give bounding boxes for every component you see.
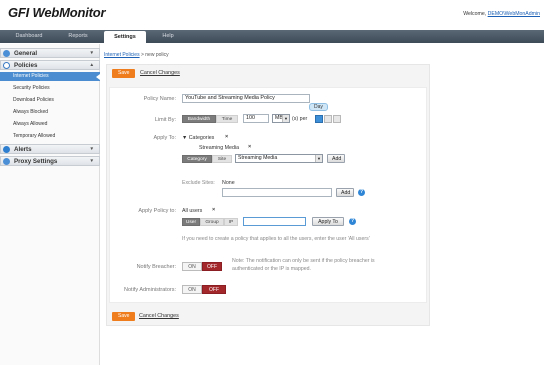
sidebar-section-alerts[interactable]: Alerts ▾ — [0, 144, 100, 154]
notify-admins-label: Notify Administrators: — [124, 287, 176, 293]
notify-note-line1: Note: The notification can only be sent … — [232, 258, 375, 264]
period-tooltip: Day — [309, 103, 328, 111]
chevron-down-icon: ▼ — [282, 115, 289, 122]
notify-note-line2: authenticated or the IP is mapped. — [232, 266, 311, 272]
cancel-changes-link-top[interactable]: Cancel Changes — [140, 70, 180, 76]
chevron-down-icon: ▾ — [90, 158, 93, 164]
alert-icon — [3, 146, 10, 153]
welcome-text: Welcome, — [463, 11, 487, 17]
chevron-down-icon: ▾ — [90, 146, 93, 152]
sidebar-item-temporary-allowed[interactable]: Temporary Allowed — [0, 132, 100, 141]
category-select-value: Streaming Media — [238, 155, 278, 161]
apply-policy-label: Apply Policy to: — [138, 208, 176, 214]
sidebar-item-security-policies[interactable]: Security Policies — [0, 84, 100, 93]
sidebar-section-general[interactable]: General ▾ — [0, 48, 100, 58]
save-button-bottom[interactable]: Save — [112, 312, 136, 321]
user-type-ip[interactable]: IP — [224, 218, 238, 226]
tab-settings[interactable]: Settings — [104, 31, 146, 43]
limit-bandwidth-option[interactable]: Bandwidth — [182, 115, 216, 123]
category-select[interactable]: Streaming Media ▼ — [235, 154, 323, 163]
remove-apply-policy-icon[interactable]: × — [212, 207, 215, 213]
calendar-day-icon[interactable] — [315, 115, 323, 123]
exclude-sites-label: Exclude Sites: — [182, 180, 215, 186]
policy-name-input[interactable]: YouTube and Streaming Media Policy — [182, 94, 310, 103]
user-type-user[interactable]: User — [182, 218, 200, 226]
brand-logo: GFI WebMonitor — [8, 5, 106, 20]
tab-help[interactable]: Help — [150, 30, 186, 43]
user-type-group[interactable]: Group — [200, 218, 224, 226]
apply-type-site[interactable]: Site — [212, 155, 232, 163]
proxy-icon — [3, 158, 10, 165]
limit-unit-select[interactable]: MB ▼ — [272, 114, 290, 123]
sidebar-alerts-label: Alerts — [14, 146, 32, 153]
tab-dashboard[interactable]: Dashboard — [4, 30, 54, 43]
notify-admins-off[interactable]: OFF — [202, 285, 226, 294]
add-exclude-site-button[interactable]: Add — [336, 188, 354, 197]
user-link[interactable]: DEMO\WebMonAdmin — [488, 11, 540, 17]
app-root: GFI WebMonitor Welcome, DEMO\WebMonAdmin… — [0, 0, 544, 365]
sidebar-section-policies[interactable]: Policies ▴ — [0, 60, 100, 70]
apply-type-category[interactable]: Category — [182, 155, 212, 163]
categories-label: Categories — [188, 135, 215, 141]
breadcrumb-internet-policies[interactable]: Internet Policies — [104, 52, 140, 58]
calendar-month-icon[interactable] — [333, 115, 341, 123]
breadcrumb-current: > new policy — [140, 52, 169, 58]
sidebar-item-download-policies[interactable]: Download Policies — [0, 96, 100, 105]
apply-policy-input[interactable] — [243, 217, 306, 226]
brand-product: WebMonitor — [32, 5, 106, 20]
notify-breacher-on[interactable]: ON — [182, 262, 202, 271]
sidebar: General ▾ Policies ▴ Internet Policies S… — [0, 44, 100, 365]
top-nav: Dashboard Reports Settings Help — [0, 30, 544, 43]
apply-to-button[interactable]: Apply To — [312, 217, 344, 226]
add-category-button[interactable]: Add — [327, 154, 345, 163]
limit-time-option[interactable]: Time — [216, 115, 238, 123]
cancel-changes-link-bottom[interactable]: Cancel Changes — [139, 313, 179, 319]
sidebar-item-always-allowed[interactable]: Always Allowed — [0, 120, 100, 129]
chevron-down-icon: ▼ — [315, 155, 322, 162]
notify-breacher-label: Notify Breacher: — [136, 264, 176, 270]
exclude-sites-input[interactable] — [222, 188, 332, 197]
breadcrumb: Internet Policies > new policy — [104, 52, 169, 58]
help-icon[interactable]: ? — [358, 189, 365, 196]
remove-categories-icon[interactable]: × — [225, 134, 228, 140]
chevron-up-icon: ▴ — [90, 62, 93, 68]
sidebar-item-internet-policies[interactable]: Internet Policies — [0, 72, 100, 81]
exclude-sites-value: None — [222, 180, 235, 186]
general-icon — [3, 50, 10, 57]
sidebar-general-label: General — [14, 50, 38, 57]
apply-policy-value: All users — [182, 208, 203, 214]
welcome-bar: Welcome, DEMO\WebMonAdmin — [463, 11, 540, 17]
limit-by-label: Limit By: — [154, 117, 176, 123]
notify-admins-on[interactable]: ON — [182, 285, 202, 294]
categories-header[interactable]: ▼ Categories — [182, 135, 214, 141]
help-icon[interactable]: ? — [349, 218, 356, 225]
sidebar-proxy-label: Proxy Settings — [14, 158, 58, 165]
brand-gfi: GFI — [8, 5, 30, 20]
sidebar-item-always-blocked[interactable]: Always Blocked — [0, 108, 100, 117]
category-chip-label: Streaming Media — [199, 145, 240, 151]
apply-to-label: Apply To: — [153, 135, 176, 141]
calendar-week-icon[interactable] — [324, 115, 332, 123]
remove-category-chip-icon[interactable]: × — [248, 144, 251, 150]
limit-value-input[interactable]: 100 — [243, 114, 269, 123]
policies-check-icon — [3, 62, 10, 69]
chevron-down-icon: ▾ — [90, 50, 93, 56]
policy-name-label: Policy Name: — [143, 96, 176, 102]
per-text: (s) per — [292, 116, 308, 122]
notify-breacher-off[interactable]: OFF — [202, 262, 222, 271]
save-button-top[interactable]: Save — [112, 69, 136, 78]
tab-reports[interactable]: Reports — [58, 30, 98, 43]
sidebar-policies-label: Policies — [14, 62, 38, 69]
sidebar-section-proxy[interactable]: Proxy Settings ▾ — [0, 156, 100, 166]
all-users-hint: If you need to create a policy that appl… — [182, 236, 370, 242]
